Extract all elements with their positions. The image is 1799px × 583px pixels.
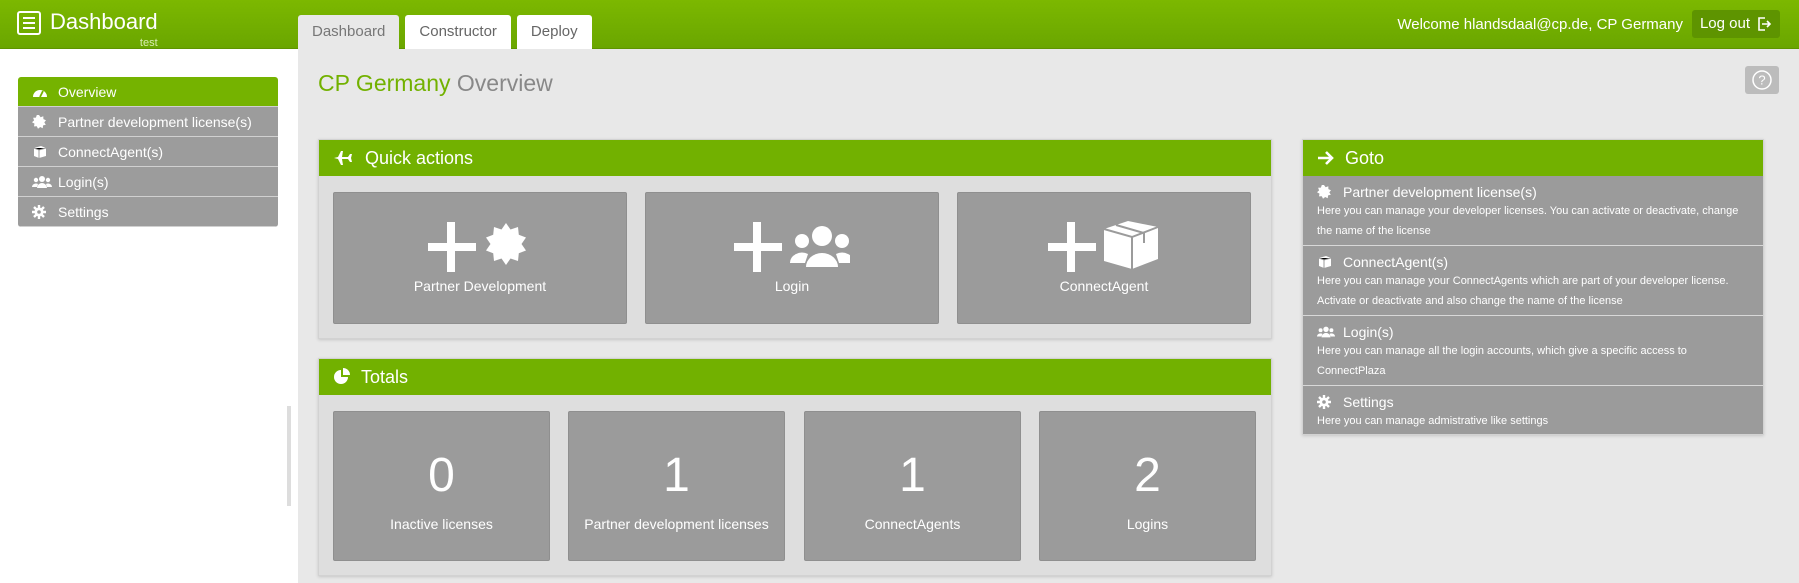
help-button[interactable]: ? (1745, 66, 1779, 94)
sidebar-item-label: ConnectAgent(s) (58, 143, 164, 160)
menu-icon[interactable] (17, 11, 41, 35)
add-cube-icon (958, 219, 1250, 275)
totals-header: Totals (319, 359, 1271, 395)
add-partner-development-button[interactable]: Partner Development (333, 192, 627, 324)
quick-actions-header: Quick actions (319, 140, 1271, 176)
sidebar-item-connectagents[interactable]: ConnectAgent(s) (18, 137, 278, 167)
totals-panel: Totals 0 Inactive licenses 1 Partner dev… (318, 358, 1272, 576)
sidebar-item-logins[interactable]: Login(s) (18, 167, 278, 197)
total-connectagents: 1 ConnectAgents (804, 411, 1021, 561)
total-label: Partner development licenses (584, 516, 769, 532)
welcome-text: Welcome hlandsdaal@cp.de, CP Germany (1397, 16, 1683, 33)
total-label: Inactive licenses (390, 516, 493, 532)
logout-button[interactable]: Log out (1691, 10, 1780, 38)
goto-item-title[interactable]: ConnectAgent(s) (1343, 254, 1448, 270)
add-connectagent-button[interactable]: ConnectAgent (957, 192, 1251, 324)
gear-icon (1317, 395, 1335, 409)
tab-constructor[interactable]: Constructor (405, 15, 511, 49)
page-title-company: CP Germany (318, 70, 451, 96)
arrow-right-icon (1318, 151, 1334, 165)
goto-item-settings[interactable]: Settings Here you can manage admistrativ… (1303, 386, 1763, 434)
goto-item-desc: Here you can manage admistrative like se… (1317, 415, 1549, 427)
logout-icon (1758, 17, 1772, 31)
total-label: ConnectAgents (864, 516, 961, 532)
tile-label: Partner Development (413, 278, 547, 294)
goto-title: Goto (1345, 147, 1385, 168)
goto-item-desc: Here you can manage your ConnectAgents w… (1317, 275, 1729, 307)
tile-label: Login (774, 278, 810, 294)
sidebar-item-label: Login(s) (58, 173, 109, 190)
quick-actions-panel: Quick actions Partner Development Login (318, 139, 1272, 339)
total-value: 1 (899, 449, 926, 502)
sidebar-item-licenses[interactable]: Partner development license(s) (18, 107, 278, 137)
total-value: 1 (663, 449, 690, 502)
goto-item-desc: Here you can manage your developer licen… (1317, 205, 1739, 237)
total-value: 0 (428, 449, 455, 502)
plane-icon (334, 151, 352, 165)
tab-deploy[interactable]: Deploy (516, 15, 592, 49)
goto-item-title[interactable]: Login(s) (1343, 324, 1394, 340)
page-title: CP Germany Overview (318, 70, 553, 97)
sidebar-item-settings[interactable]: Settings (18, 197, 278, 227)
total-partner-development-licenses: 1 Partner development licenses (568, 411, 785, 561)
sidebar-item-label: Overview (58, 83, 117, 100)
total-inactive-licenses: 0 Inactive licenses (333, 411, 550, 561)
users-icon (32, 175, 52, 189)
goto-item-logins[interactable]: Login(s) Here you can manage all the log… (1303, 316, 1763, 386)
sidebar-nav: Overview Partner development license(s) … (18, 77, 278, 227)
sidebar-item-label: Partner development license(s) (58, 113, 252, 130)
total-value: 2 (1134, 449, 1161, 502)
goto-item-connectagents[interactable]: ConnectAgent(s) Here you can manage your… (1303, 246, 1763, 316)
cube-icon (32, 145, 52, 159)
total-logins: 2 Logins (1039, 411, 1256, 561)
help-icon: ? (1752, 70, 1772, 90)
app-title: Dashboard test (50, 9, 158, 49)
goto-header: Goto (1303, 140, 1763, 176)
quick-actions-title: Quick actions (365, 147, 474, 168)
add-login-button[interactable]: Login (645, 192, 939, 324)
cube-icon (1317, 255, 1335, 269)
sidebar-item-overview[interactable]: Overview (18, 77, 278, 107)
dashboard-icon (32, 85, 52, 99)
totals-title: Totals (361, 366, 409, 387)
users-icon (1317, 325, 1335, 339)
add-certificate-icon (334, 219, 626, 275)
tab-dashboard[interactable]: Dashboard (298, 15, 400, 49)
goto-item-title[interactable]: Partner development license(s) (1343, 184, 1537, 200)
goto-item-licenses[interactable]: Partner development license(s) Here you … (1303, 176, 1763, 246)
tile-label: ConnectAgent (1059, 278, 1149, 294)
top-bar: Dashboard test Dashboard Constructor Dep… (0, 0, 1799, 49)
add-users-icon (646, 219, 938, 275)
certificate-icon (1317, 185, 1335, 199)
pie-chart-icon (334, 368, 350, 384)
page-title-rest: Overview (456, 70, 553, 96)
goto-item-desc: Here you can manage all the login accoun… (1317, 345, 1687, 377)
sidebar-resize-handle[interactable] (287, 406, 291, 506)
goto-item-title[interactable]: Settings (1343, 394, 1394, 410)
gear-icon (32, 204, 52, 219)
svg-text:?: ? (1758, 73, 1765, 88)
logout-label: Log out (1699, 15, 1750, 32)
sidebar: Overview Partner development license(s) … (0, 49, 298, 583)
brand[interactable]: Dashboard test (17, 9, 158, 49)
sidebar-item-label: Settings (58, 203, 109, 220)
certificate-icon (32, 114, 52, 129)
goto-panel: Goto Partner development license(s) Here… (1302, 139, 1764, 435)
top-tabs: Dashboard Constructor Deploy (298, 15, 598, 49)
total-label: Logins (1126, 516, 1169, 532)
